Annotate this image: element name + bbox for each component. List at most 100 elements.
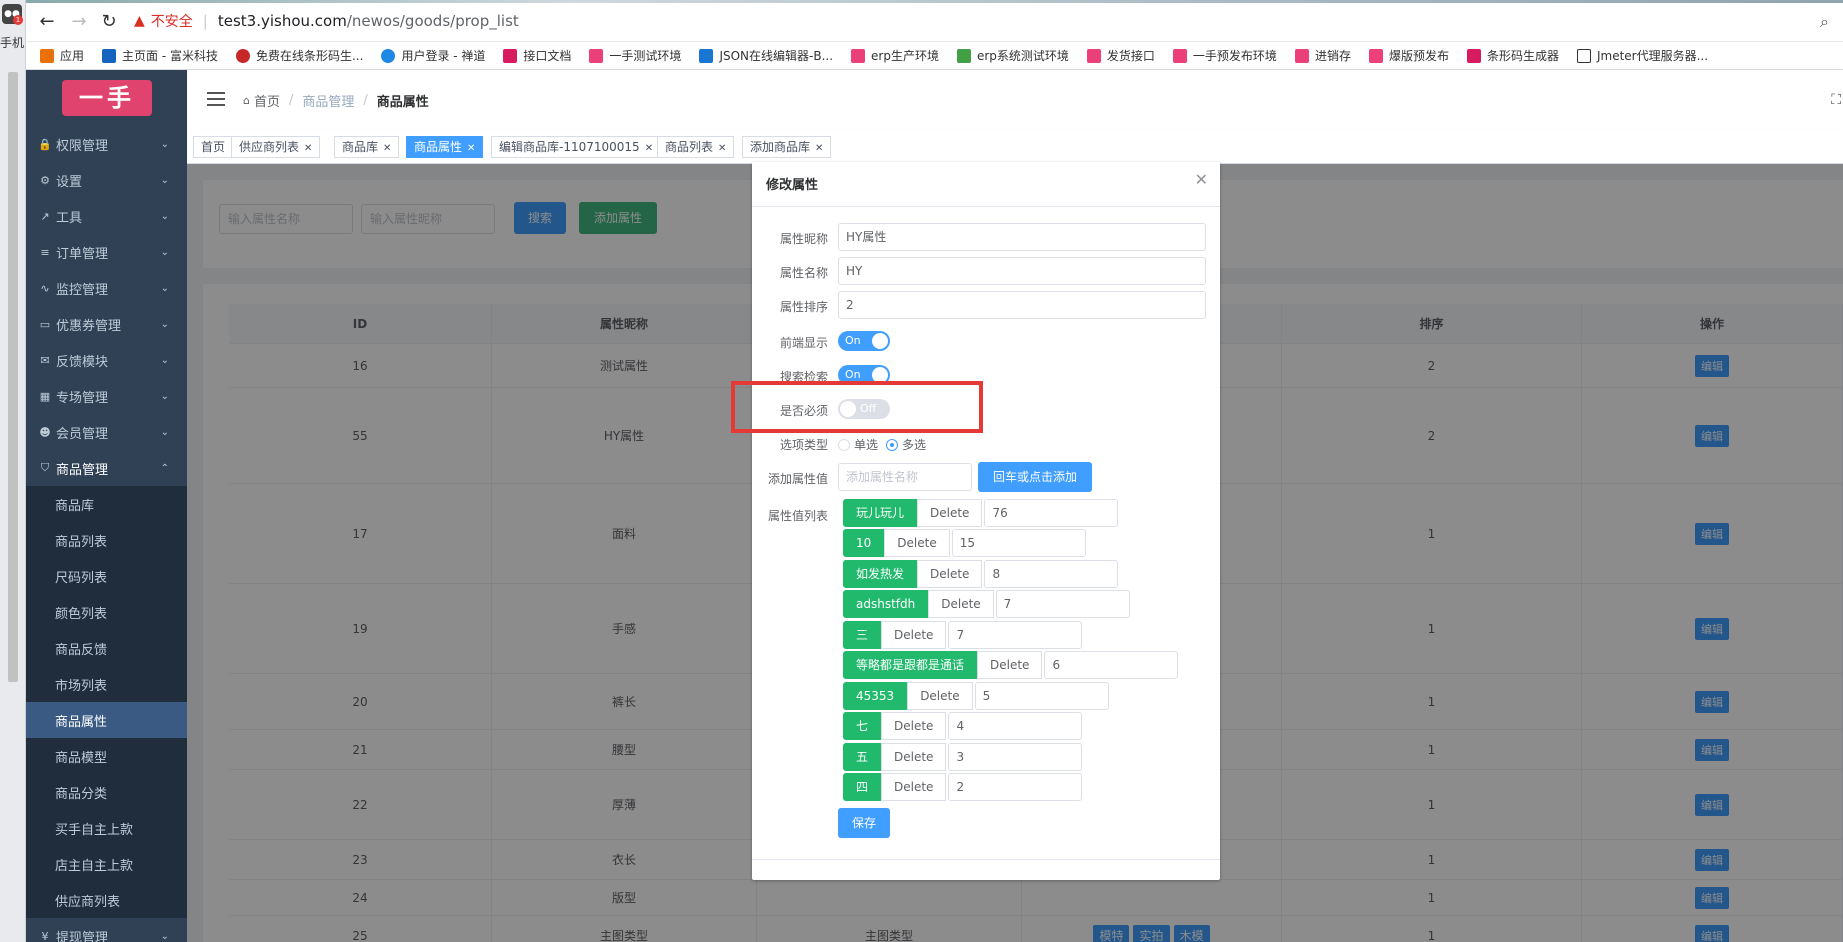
bookmark-item[interactable]: 进销存 bbox=[1294, 47, 1351, 64]
sidebar-subitem[interactable]: 商品库 bbox=[26, 486, 187, 522]
close-icon[interactable]: ✕ bbox=[1195, 170, 1208, 189]
bookmark-item[interactable]: 一手预发布环境 bbox=[1172, 47, 1277, 64]
scrollbar[interactable] bbox=[8, 72, 18, 682]
bookmark-item[interactable]: 发货接口 bbox=[1086, 47, 1155, 64]
radio-multi[interactable] bbox=[886, 438, 899, 451]
breadcrumb-item[interactable]: 商品管理 bbox=[302, 91, 354, 110]
value-sort-input[interactable]: 7 bbox=[995, 590, 1130, 618]
sidebar-item-special[interactable]: ▦ 专场管理 ⌄ bbox=[26, 378, 187, 414]
bookmark-item[interactable]: 应用 bbox=[40, 47, 84, 64]
close-icon[interactable]: ✕ bbox=[304, 143, 312, 154]
sort-input[interactable]: 2 bbox=[838, 291, 1206, 319]
tag-item[interactable]: 添加商品库 ✕ bbox=[742, 136, 832, 158]
sidebar-subitem[interactable]: 买手自主上款 bbox=[26, 810, 187, 846]
sidebar-item-withdraw[interactable]: ¥ 提现管理 ⌄ bbox=[26, 918, 187, 942]
delete-button[interactable]: Delete bbox=[881, 621, 947, 649]
value-tag: 如发热发 bbox=[843, 560, 918, 588]
value-sort-input[interactable]: 15 bbox=[951, 529, 1086, 557]
breadcrumb-item[interactable]: 首页 bbox=[254, 91, 280, 110]
value-sort-input[interactable]: 6 bbox=[1044, 651, 1179, 679]
form-row-nickname: 属性昵称 HY属性 bbox=[752, 223, 1220, 251]
delete-button[interactable]: Delete bbox=[977, 651, 1043, 679]
sidebar-subitem[interactable]: 市场列表 bbox=[26, 666, 187, 702]
value-sort-input[interactable]: 3 bbox=[948, 743, 1083, 771]
bookmark-item[interactable]: 一手测试环境 bbox=[589, 47, 681, 64]
reload-icon[interactable]: ↻ bbox=[98, 10, 120, 32]
close-icon[interactable]: ✕ bbox=[383, 143, 391, 154]
delete-button[interactable]: Delete bbox=[881, 743, 947, 771]
delete-button[interactable]: Delete bbox=[907, 682, 973, 710]
bookmark-icon bbox=[235, 48, 250, 63]
value-sort-input[interactable]: 76 bbox=[984, 499, 1119, 527]
sidebar-subitem[interactable]: 颜色列表 bbox=[26, 594, 187, 630]
sidebar-item-goods[interactable]: ⛉ 商品管理 ⌃ bbox=[26, 450, 187, 486]
bookmark-item[interactable]: JSON在线编辑器-B... bbox=[699, 47, 833, 64]
sidebar-item-settings[interactable]: ⚙ 设置 ⌄ bbox=[26, 162, 187, 198]
sidebar-subitem[interactable]: 供应商列表 bbox=[26, 882, 187, 918]
delete-button[interactable]: Delete bbox=[928, 590, 994, 618]
close-icon[interactable]: ✕ bbox=[718, 143, 726, 154]
bookmark-item[interactable]: 条形码生成器 bbox=[1466, 47, 1559, 64]
sidebar-item-monitor[interactable]: ∿ 监控管理 ⌄ bbox=[26, 270, 187, 306]
sidebar-item-tools[interactable]: ↗ 工具 ⌄ bbox=[26, 198, 187, 234]
sidebar-subitem[interactable]: 商品分类 bbox=[26, 774, 187, 810]
logo[interactable]: 一手 bbox=[62, 80, 152, 116]
forward-icon[interactable]: → bbox=[68, 10, 90, 32]
delete-button[interactable]: Delete bbox=[917, 499, 983, 527]
highlight-annotation bbox=[731, 381, 983, 433]
sidebar-item-orders[interactable]: ≡ 订单管理 ⌄ bbox=[26, 234, 187, 270]
bookmark-icon bbox=[699, 48, 714, 63]
address-bar[interactable]: ▲ 不安全 | test3.yishou.com/newos/goods/pro… bbox=[134, 8, 1834, 34]
fullscreen-icon[interactable]: ⛶ bbox=[1831, 92, 1841, 108]
value-sort-input[interactable]: 8 bbox=[984, 560, 1119, 588]
back-icon[interactable]: ← bbox=[36, 10, 58, 32]
name-input[interactable]: HY bbox=[838, 257, 1206, 285]
delete-button[interactable]: Delete bbox=[884, 529, 950, 557]
bookmark-item[interactable]: 接口文档 bbox=[503, 47, 571, 64]
delete-button[interactable]: Delete bbox=[881, 773, 947, 801]
value-sort-input[interactable]: 2 bbox=[948, 773, 1083, 801]
value-sort-input[interactable]: 4 bbox=[948, 712, 1083, 740]
radio-single[interactable] bbox=[838, 438, 850, 451]
sidebar-item-coupons[interactable]: ▭ 优惠券管理 ⌄ bbox=[26, 306, 187, 342]
sidebar-item-permissions[interactable]: 🔒 权限管理 ⌄ bbox=[26, 126, 187, 162]
tag-item[interactable]: 商品库 ✕ bbox=[334, 136, 400, 158]
save-button[interactable]: 保存 bbox=[838, 808, 890, 838]
sidebar-subitem[interactable]: 商品列表 bbox=[26, 522, 187, 558]
sidebar-subitem[interactable]: 店主自主上款 bbox=[26, 846, 187, 882]
value-tag: 玩儿玩儿 bbox=[843, 499, 918, 527]
bookmark-item[interactable]: 爆版预发布 bbox=[1368, 47, 1449, 64]
tag-item[interactable]: 编辑商品库-1107100015 ✕ bbox=[491, 136, 662, 158]
sidebar-subitem[interactable]: 商品模型 bbox=[26, 738, 187, 774]
close-icon[interactable]: ✕ bbox=[815, 143, 823, 154]
sidebar-item-members[interactable]: ☻ 会员管理 ⌄ bbox=[26, 414, 187, 450]
nickname-input[interactable]: HY属性 bbox=[838, 223, 1206, 251]
zoom-icon[interactable]: ⌕ bbox=[1820, 12, 1829, 32]
bookmark-item[interactable]: erp生产环境 bbox=[851, 47, 939, 64]
delete-button[interactable]: Delete bbox=[881, 712, 947, 740]
close-icon[interactable]: ✕ bbox=[645, 143, 653, 154]
close-icon[interactable]: ✕ bbox=[467, 143, 475, 154]
bookmark-item[interactable]: 免费在线条形码生... bbox=[235, 47, 363, 64]
bookmark-item[interactable]: Jmeter代理服务器... bbox=[1576, 47, 1708, 64]
tag-item[interactable]: 首页 bbox=[193, 136, 234, 158]
url-separator: | bbox=[202, 12, 208, 30]
bookmark-item[interactable]: 用户登录 - 禅道 bbox=[381, 47, 485, 64]
hamburger-icon[interactable] bbox=[207, 92, 225, 106]
tag-item-active[interactable]: 商品属性 ✕ bbox=[406, 136, 484, 158]
add-value-button[interactable]: 回车或点击添加 bbox=[978, 462, 1092, 492]
home-icon: ⌂ bbox=[243, 94, 250, 107]
frontend-switch[interactable]: On bbox=[838, 331, 890, 351]
bookmark-item[interactable]: 主页面 - 富米科技 bbox=[102, 47, 218, 64]
tag-item[interactable]: 商品列表 ✕ bbox=[657, 136, 735, 158]
sidebar-item-feedback[interactable]: ✉ 反馈模块 ⌄ bbox=[26, 342, 187, 378]
sidebar-subitem-active[interactable]: 商品属性 bbox=[26, 702, 187, 738]
value-sort-input[interactable]: 5 bbox=[974, 682, 1109, 710]
value-sort-input[interactable]: 7 bbox=[948, 621, 1083, 649]
delete-button[interactable]: Delete bbox=[917, 560, 983, 588]
bookmark-item[interactable]: erp系统测试环境 bbox=[956, 47, 1069, 64]
sidebar-subitem[interactable]: 商品反馈 bbox=[26, 630, 187, 666]
add-value-input[interactable]: 添加属性名称 bbox=[838, 463, 972, 491]
sidebar-subitem[interactable]: 尺码列表 bbox=[26, 558, 187, 594]
tag-item[interactable]: 供应商列表 ✕ bbox=[231, 136, 321, 158]
